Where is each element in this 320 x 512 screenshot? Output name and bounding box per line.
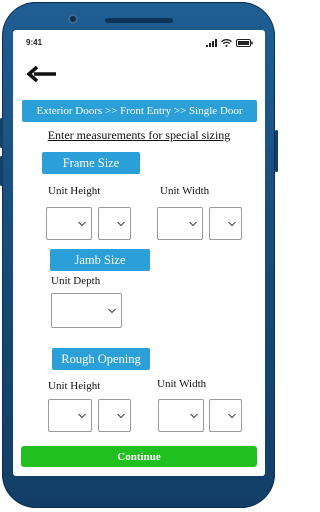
rough-unit-height-label: Unit Height: [48, 380, 101, 392]
breadcrumb: Exterior Doors >> Front Entry >> Single …: [22, 100, 257, 122]
frame-unit-width-label: Unit Width: [160, 185, 210, 197]
status-time: 9:41: [26, 38, 43, 47]
chevron-down-icon: [228, 413, 236, 418]
chevron-down-icon: [190, 413, 198, 418]
speaker-grille: [105, 18, 173, 23]
chevron-down-icon: [117, 413, 125, 418]
rough-height-inches-select[interactable]: [98, 399, 131, 432]
rough-unit-width-label: Unit Width: [157, 378, 207, 390]
signal-icon: [206, 38, 217, 47]
app-screen: 9:41 Exterior Doors >> Front Entry >> Si…: [13, 30, 265, 476]
page-subtitle: Enter measurements for special sizing: [47, 128, 231, 142]
frame-width-inches-select[interactable]: [209, 207, 242, 240]
chevron-down-icon: [78, 413, 86, 418]
frame-height-inches-select[interactable]: [98, 207, 131, 240]
status-bar: 9:41: [13, 30, 265, 54]
continue-button[interactable]: Continue: [21, 446, 257, 467]
rough-width-feet-select[interactable]: [158, 399, 204, 432]
battery-icon: [236, 38, 253, 47]
chevron-down-icon: [108, 308, 116, 313]
wifi-icon: [221, 38, 232, 47]
frame-height-feet-select[interactable]: [46, 207, 92, 240]
frame-unit-height-label: Unit Height: [48, 185, 101, 197]
frame-width-feet-select[interactable]: [157, 207, 203, 240]
jamb-unit-depth-label: Unit Depth: [51, 275, 101, 287]
jamb-size-heading: Jamb Size: [50, 249, 150, 271]
frame-size-heading: Frame Size: [42, 152, 140, 174]
jamb-depth-select[interactable]: [51, 293, 122, 328]
rough-width-inches-select[interactable]: [209, 399, 242, 432]
volume-up-button: [0, 118, 3, 148]
rough-opening-heading: Rough Opening: [52, 348, 150, 370]
power-button: [275, 130, 278, 172]
chevron-down-icon: [189, 221, 197, 226]
status-icons: [206, 38, 253, 47]
volume-down-button: [0, 156, 3, 186]
chevron-down-icon: [78, 221, 86, 226]
chevron-down-icon: [117, 221, 125, 226]
back-arrow-icon[interactable]: [27, 66, 57, 82]
rough-height-feet-select[interactable]: [48, 399, 92, 432]
chevron-down-icon: [228, 221, 236, 226]
phone-chin: [13, 478, 265, 500]
front-camera: [68, 14, 78, 24]
